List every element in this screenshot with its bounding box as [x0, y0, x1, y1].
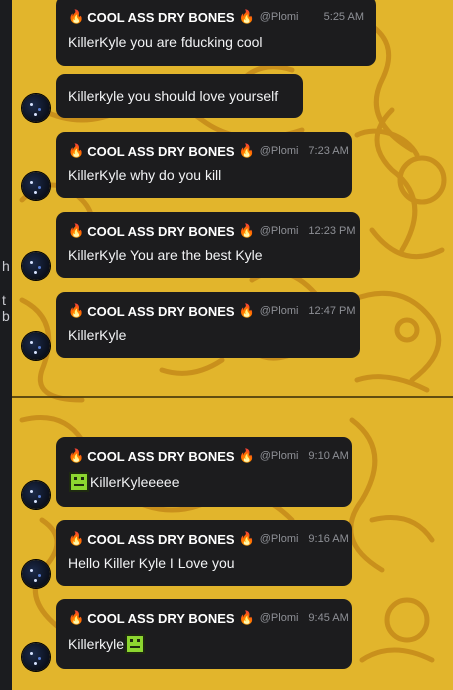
cropped-text-fragment: h: [2, 258, 10, 274]
message-header: 🔥 COOL ASS DRY BONES 🔥 @Plomi 7:23 AM: [68, 140, 349, 162]
message-header: 🔥 COOL ASS DRY BONES 🔥 @Plomi 9:10 AM: [68, 445, 349, 467]
message-text: KillerKyle why do you kill: [68, 167, 222, 183]
username[interactable]: COOL ASS DRY BONES: [87, 449, 234, 464]
fire-icon: 🔥: [68, 303, 85, 318]
message-header: 🔥 COOL ASS DRY BONES 🔥 @Plomi 12:23 PM: [68, 220, 356, 242]
timestamp: 12:23 PM: [308, 225, 356, 237]
fire-icon: 🔥: [238, 9, 255, 24]
fire-icon: 🔥: [238, 531, 255, 546]
message-header: 🔥 COOL ASS DRY BONES 🔥 @Plomi 5:25 AM: [68, 6, 364, 28]
fire-icon: 🔥: [238, 448, 255, 463]
timestamp: 5:25 AM: [323, 11, 364, 23]
message-header: 🔥 COOL ASS DRY BONES 🔥 @Plomi 12:47 PM: [68, 300, 356, 322]
message-content: Killerkyle: [68, 629, 340, 659]
green-face-emoji: [125, 634, 146, 654]
avatar[interactable]: [22, 94, 50, 122]
avatar[interactable]: [22, 643, 50, 671]
avatar[interactable]: [22, 481, 50, 509]
fire-icon: 🔥: [238, 223, 255, 238]
timestamp: 9:16 AM: [308, 533, 349, 545]
username[interactable]: COOL ASS DRY BONES: [87, 611, 234, 626]
message-header: 🔥 COOL ASS DRY BONES 🔥 @Plomi 9:45 AM: [68, 607, 349, 629]
timestamp: 9:45 AM: [308, 612, 349, 624]
fire-icon: 🔥: [238, 610, 255, 625]
timestamp: 7:23 AM: [308, 145, 349, 157]
message-bubble[interactable]: 🔥 COOL ASS DRY BONES 🔥 @Plomi 9:45 AM Ki…: [56, 599, 352, 669]
avatar[interactable]: [22, 172, 50, 200]
message-text: KillerKyle you are fducking cool: [68, 34, 263, 50]
new-day-divider: [12, 396, 453, 398]
user-handle: @Plomi: [259, 11, 299, 23]
avatar[interactable]: [22, 252, 50, 280]
username[interactable]: COOL ASS DRY BONES: [87, 532, 234, 547]
user-handle: @Plomi: [259, 450, 299, 462]
sidebar-edge: h t b: [0, 0, 12, 690]
message-bubble[interactable]: Killerkyle you should love yourself: [56, 74, 303, 118]
fire-icon: 🔥: [238, 303, 255, 318]
fire-icon: 🔥: [68, 143, 85, 158]
username[interactable]: COOL ASS DRY BONES: [87, 304, 234, 319]
message-text: Killerkyle you should love yourself: [68, 88, 279, 104]
timestamp: 9:10 AM: [308, 450, 349, 462]
fire-icon: 🔥: [68, 448, 85, 463]
user-handle: @Plomi: [259, 533, 299, 545]
message-bubble[interactable]: 🔥 COOL ASS DRY BONES 🔥 @Plomi 5:25 AM Ki…: [56, 0, 376, 66]
user-handle: @Plomi: [259, 305, 299, 317]
username[interactable]: COOL ASS DRY BONES: [87, 144, 234, 159]
avatar[interactable]: [22, 560, 50, 588]
fire-icon: 🔥: [68, 610, 85, 625]
user-handle: @Plomi: [259, 225, 299, 237]
message-content: KillerKyleeeee: [68, 467, 340, 497]
fire-icon: 🔥: [68, 223, 85, 238]
message-text: KillerKyle You are the best Kyle: [68, 247, 263, 263]
message-bubble[interactable]: 🔥 COOL ASS DRY BONES 🔥 @Plomi 12:47 PM K…: [56, 292, 360, 358]
user-handle: @Plomi: [259, 145, 299, 157]
message-bubble[interactable]: 🔥 COOL ASS DRY BONES 🔥 @Plomi 12:23 PM K…: [56, 212, 360, 278]
username[interactable]: COOL ASS DRY BONES: [87, 10, 234, 25]
fire-icon: 🔥: [68, 531, 85, 546]
message-text: Hello Killer Kyle I Love you: [68, 555, 235, 571]
message-bubble[interactable]: 🔥 COOL ASS DRY BONES 🔥 @Plomi 9:10 AM Ki…: [56, 437, 352, 507]
cropped-text-fragment: t b: [2, 292, 10, 324]
timestamp: 12:47 PM: [308, 305, 356, 317]
fire-icon: 🔥: [238, 143, 255, 158]
avatar[interactable]: [22, 332, 50, 360]
user-handle: @Plomi: [259, 612, 299, 624]
message-text: Killerkyle: [68, 636, 125, 652]
fire-icon: 🔥: [68, 9, 85, 24]
message-bubble[interactable]: 🔥 COOL ASS DRY BONES 🔥 @Plomi 7:23 AM Ki…: [56, 132, 352, 198]
username[interactable]: COOL ASS DRY BONES: [87, 224, 234, 239]
message-text: KillerKyleeeee: [90, 474, 180, 490]
message-header: 🔥 COOL ASS DRY BONES 🔥 @Plomi 9:16 AM: [68, 528, 349, 550]
message-bubble[interactable]: 🔥 COOL ASS DRY BONES 🔥 @Plomi 9:16 AM He…: [56, 520, 352, 586]
green-face-emoji: [69, 472, 89, 492]
message-text: KillerKyle: [68, 327, 127, 343]
